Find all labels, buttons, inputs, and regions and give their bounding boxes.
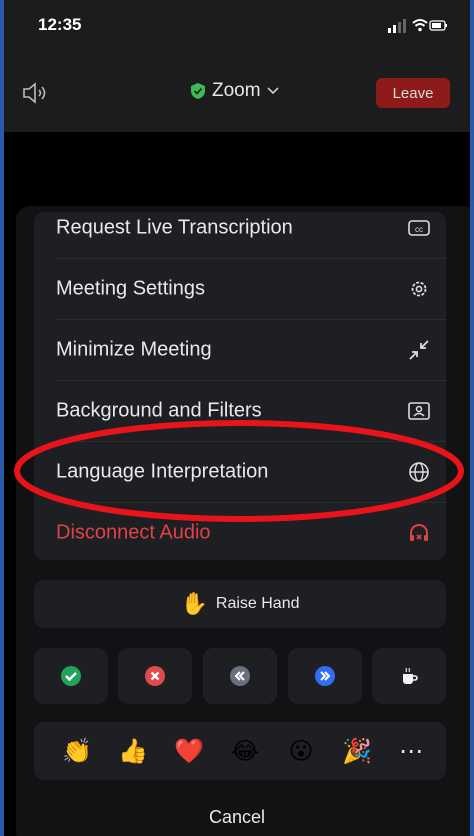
slow-down-button[interactable] (203, 648, 277, 704)
raised-hand-icon: ✋ (180, 591, 208, 616)
wifi-icon (412, 19, 428, 32)
chevron-down-icon (267, 87, 279, 95)
highlight-ellipse (14, 420, 464, 522)
no-button[interactable] (118, 648, 192, 704)
fast-forward-icon (315, 666, 335, 686)
clapping-hands-emoji[interactable]: 👏 (62, 738, 92, 766)
gear-icon (411, 281, 427, 297)
battery-icon (429, 20, 447, 31)
phone-screen: 12:35 Zoom Leave Request Live Transcript… (4, 0, 470, 836)
svg-text:cc: cc (415, 225, 423, 234)
signal-icon (388, 19, 406, 33)
menu-item-label: Minimize Meeting (56, 338, 212, 361)
minimize-arrows-icon (409, 340, 429, 360)
menu-item-minimize-meeting[interactable]: Minimize Meeting (34, 320, 446, 380)
emoji-reactions-row: 👏 👍 ❤️ 😂 😮 🎉 ⋯ (34, 722, 446, 780)
speed-up-button[interactable] (288, 648, 362, 704)
cancel-button[interactable]: Cancel (154, 802, 320, 832)
yes-button[interactable] (34, 648, 108, 704)
more-emoji-button[interactable]: ⋯ (396, 738, 426, 766)
menu-item-label: Request Live Transcription (56, 216, 293, 239)
party-popper-emoji[interactable]: 🎉 (342, 738, 372, 766)
rewind-icon (230, 666, 250, 686)
coffee-break-button[interactable] (372, 648, 446, 704)
raise-hand-label: Raise Hand (215, 595, 300, 612)
x-icon (145, 666, 165, 686)
status-bar: 12:35 (4, 0, 470, 56)
meeting-title: Zoom (212, 80, 261, 101)
heart-emoji[interactable]: ❤️ (174, 738, 204, 766)
thumbs-up-emoji[interactable]: 👍 (118, 738, 148, 766)
open-mouth-emoji[interactable]: 😮 (286, 738, 316, 766)
cc-icon: cc (408, 220, 430, 236)
feedback-row (34, 648, 446, 704)
menu-item-request-live-transcription[interactable]: Request Live Transcription cc (34, 212, 446, 258)
meeting-title-dropdown[interactable]: Zoom (190, 80, 279, 102)
leave-button[interactable]: Leave (376, 78, 450, 108)
status-icons (388, 19, 447, 33)
menu-item-meeting-settings[interactable]: Meeting Settings (34, 259, 446, 319)
check-icon (61, 666, 81, 686)
coffee-icon (403, 667, 418, 684)
shield-check-icon (191, 83, 205, 99)
speaker-icon[interactable] (22, 82, 52, 104)
raise-hand-button[interactable]: ✋ Raise Hand (34, 580, 446, 628)
menu-item-label: Meeting Settings (56, 277, 205, 300)
status-time: 12:35 (38, 15, 82, 34)
meeting-header: Zoom Leave (4, 56, 470, 132)
tears-of-joy-emoji[interactable]: 😂 (230, 738, 260, 766)
